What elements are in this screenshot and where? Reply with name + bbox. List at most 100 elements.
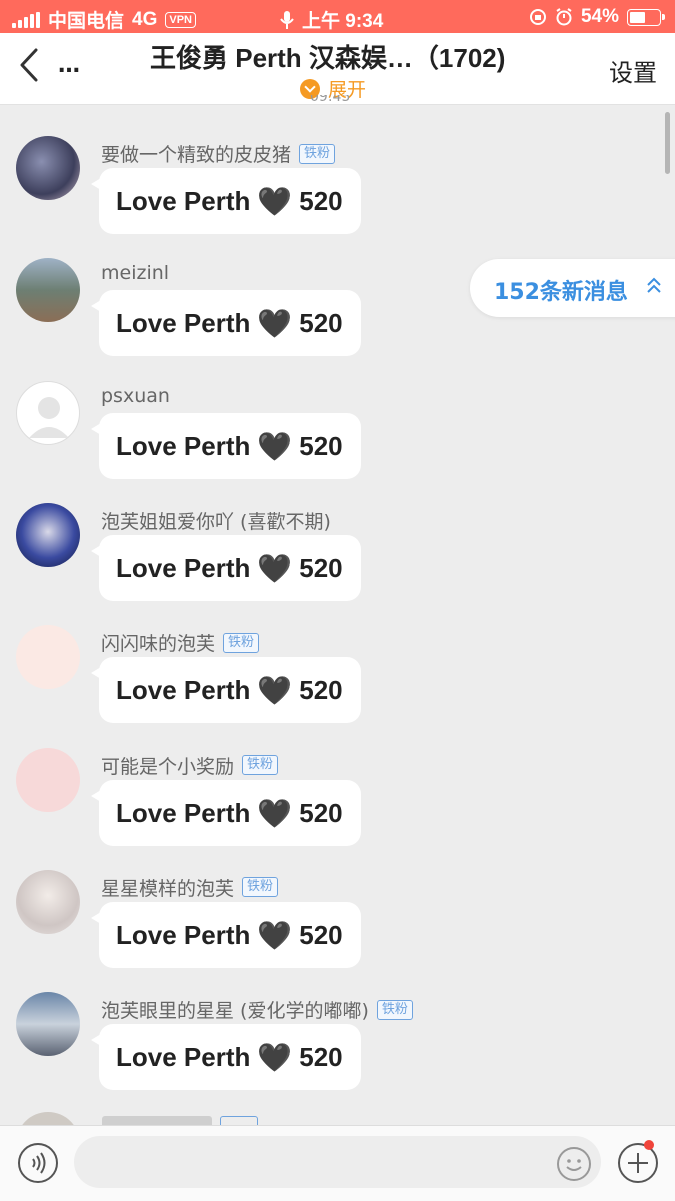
username-label: meizinl: [101, 262, 170, 285]
username[interactable]: psxuan: [101, 385, 170, 407]
message-number: 520: [299, 675, 343, 706]
username[interactable]: 星星模样的泡芙 铁粉: [101, 874, 279, 901]
message-text: Love Perth 🖤 520: [116, 674, 343, 707]
default-avatar-icon: [29, 396, 69, 438]
carrier: 中国电信: [48, 11, 125, 32]
settings-button[interactable]: 设置: [609, 53, 657, 88]
next-message-peek: [16, 1112, 675, 1125]
message-bubble[interactable]: Love Perth 🖤 520: [91, 901, 361, 968]
username[interactable]: 泡芙姐姐爱你吖 (喜歡不期): [101, 507, 331, 534]
message-bubble[interactable]: Love Perth 🖤 520: [91, 1024, 361, 1091]
black-heart-icon: 🖤: [257, 1042, 293, 1074]
status-bar: 中国电信 4G VPN 上午 9:34 54%: [0, 0, 675, 33]
message-item: 泡芙姐姐爱你吖 (喜歡不期) Love Perth 🖤 520: [0, 502, 675, 625]
microphone-icon: [280, 10, 294, 29]
back-chevron-icon[interactable]: [14, 45, 44, 85]
message-number: 520: [299, 797, 343, 828]
message-bubble[interactable]: Love Perth 🖤 520: [91, 779, 361, 846]
username[interactable]: 可能是个小奖励 铁粉: [101, 752, 279, 779]
username-label: 要做一个精致的皮皮猪: [101, 144, 292, 166]
battery-icon: [627, 8, 665, 26]
message-text-main: Love Perth: [116, 308, 251, 339]
black-heart-icon: 🖤: [257, 552, 293, 584]
message-bubble[interactable]: Love Perth 🖤 520: [91, 657, 361, 724]
black-heart-icon: 🖤: [257, 308, 293, 340]
message-text: Love Perth 🖤 520: [116, 919, 343, 952]
avatar[interactable]: [16, 502, 80, 567]
avatar[interactable]: [16, 380, 80, 445]
message-number: 520: [299, 1042, 343, 1073]
username[interactable]: meizinl: [101, 262, 169, 284]
message-number: 520: [299, 552, 343, 583]
avatar[interactable]: [16, 747, 80, 812]
smile-icon: [566, 1159, 582, 1171]
black-heart-icon: 🖤: [257, 430, 293, 462]
message-bubble[interactable]: Love Perth 🖤 520: [91, 412, 361, 479]
new-messages-label: 152条新消息: [494, 280, 628, 305]
badge-peek: [220, 1116, 258, 1125]
fan-badge: 铁粉: [376, 999, 413, 1020]
avatar[interactable]: [16, 136, 80, 200]
message-text-main: Love Perth: [116, 186, 251, 216]
message-text-main: Love Perth: [116, 430, 251, 461]
username[interactable]: 要做一个精致的皮皮猪 铁粉: [101, 140, 336, 167]
message-item: 闪闪味的泡芙 铁粉 Love Perth 🖤 520: [0, 625, 675, 747]
signal-icon: [12, 11, 40, 28]
fan-badge: 铁粉: [299, 143, 336, 164]
username-label: 泡芙眼里的星星 (爱化学的嘟嘟): [101, 1000, 369, 1023]
timestamp-peek: 09:45: [310, 95, 351, 105]
chat-title[interactable]: 王俊勇 Perth 汉森娱…（1702): [150, 38, 505, 75]
voice-icon[interactable]: [18, 1143, 58, 1183]
black-heart-icon: 🖤: [257, 797, 293, 829]
message-text-main: Love Perth: [116, 552, 251, 583]
message-text: Love Perth 🖤 520: [116, 1041, 343, 1074]
more-icon[interactable]: …: [58, 53, 81, 78]
username-label: 可能是个小奖励: [101, 755, 235, 778]
username-peek: [102, 1116, 212, 1125]
message-item: 可能是个小奖励 铁粉 Love Perth 🖤 520: [0, 747, 675, 870]
vpn-badge: VPN: [165, 11, 196, 28]
avatar: [16, 1112, 80, 1125]
username-label: 星星模样的泡芙: [101, 877, 235, 900]
message-item: 星星模样的泡芙 铁粉 Love Perth 🖤 520: [0, 869, 675, 992]
message-number: 520: [299, 308, 343, 339]
message-text-main: Love Perth: [116, 1042, 251, 1073]
black-heart-icon: 🖤: [257, 186, 293, 217]
battery-percent: 54%: [580, 6, 619, 27]
fan-badge: 铁粉: [242, 877, 279, 898]
message-number: 520: [299, 430, 343, 461]
avatar[interactable]: [16, 869, 80, 934]
new-messages-button[interactable]: 152条新消息: [470, 259, 675, 317]
double-chevron-up-icon: [647, 277, 661, 293]
message-bubble[interactable]: Love Perth 🖤 520: [91, 534, 361, 601]
username[interactable]: 泡芙眼里的星星 (爱化学的嘟嘟) 铁粉: [101, 996, 413, 1023]
avatar[interactable]: [16, 992, 80, 1057]
message-bubble[interactable]: Love Perth 🖤 520: [91, 168, 361, 234]
message-text-main: Love Perth: [116, 797, 251, 828]
username-label: 闪闪味的泡芙: [101, 633, 216, 656]
message-bubble[interactable]: Love Perth 🖤 520: [91, 290, 361, 357]
avatar[interactable]: [16, 625, 80, 690]
message-text: Love Perth 🖤 520: [116, 185, 343, 218]
message-text: Love Perth 🖤 520: [116, 430, 343, 463]
emoji-icon[interactable]: [557, 1147, 591, 1181]
avatar[interactable]: [16, 258, 80, 323]
black-heart-icon: 🖤: [257, 919, 293, 951]
fan-badge: 铁粉: [242, 755, 279, 775]
black-heart-icon: 🖤: [257, 675, 293, 707]
message-item: 要做一个精致的皮皮猪 铁粉 Love Perth 🖤 520: [0, 136, 675, 258]
message-text: Love Perth 🖤 520: [116, 552, 343, 585]
network-type: 4G: [132, 8, 158, 30]
alarm-icon: [556, 8, 572, 26]
username-label: psxuan: [101, 384, 170, 407]
username-label: 泡芙姐姐爱你吖 (喜歡不期): [101, 510, 331, 533]
rotation-lock-icon: [529, 9, 546, 25]
clock: 上午 9:34: [302, 11, 384, 32]
message-item: 泡芙眼里的星星 (爱化学的嘟嘟) 铁粉 Love Perth 🖤 520: [0, 992, 675, 1114]
notification-dot: [644, 1140, 654, 1150]
username[interactable]: 闪闪味的泡芙 铁粉: [101, 629, 260, 656]
composer-bar: [0, 1125, 675, 1201]
message-input[interactable]: [74, 1136, 601, 1188]
voice-wave-icon: [32, 1152, 46, 1174]
message-text-main: Love Perth: [116, 919, 251, 950]
